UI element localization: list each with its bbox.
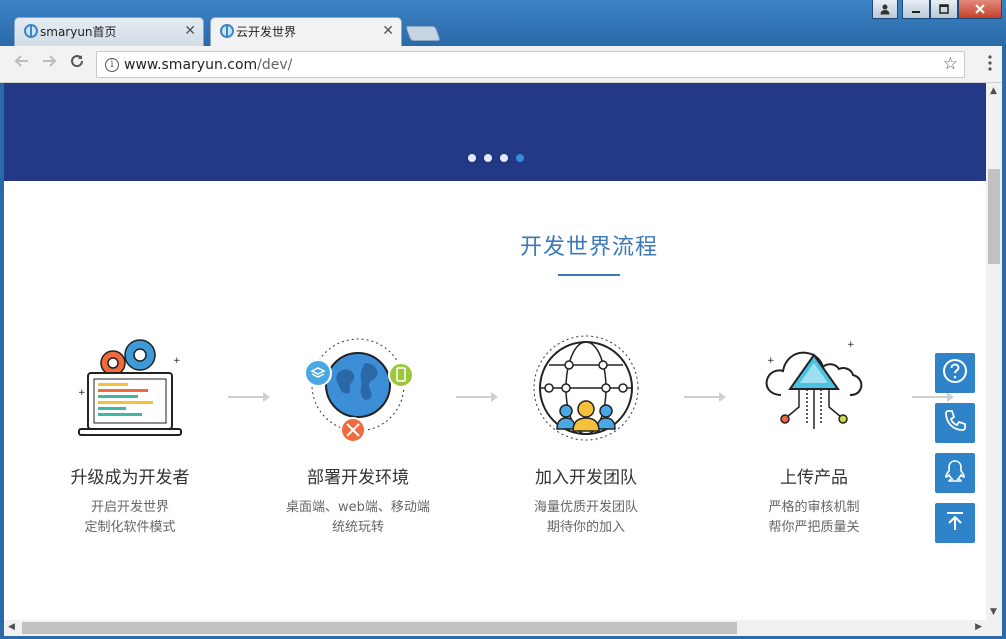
cloud-upload-icon: + + bbox=[759, 333, 869, 443]
info-icon[interactable]: i bbox=[105, 58, 119, 72]
scroll-up-icon[interactable]: ▲ bbox=[990, 86, 997, 96]
user-icon[interactable] bbox=[872, 0, 898, 19]
section-title: 开发世界流程 bbox=[519, 235, 658, 260]
carousel-dots bbox=[468, 154, 524, 162]
scroll-down-icon[interactable]: ▼ bbox=[990, 607, 997, 617]
tab-close-icon[interactable]: ✕ bbox=[382, 23, 394, 39]
address-bar[interactable]: i www.smaryun.com/dev/ ☆ bbox=[96, 51, 965, 78]
vertical-scrollbar[interactable]: ▲ ▼ bbox=[986, 83, 1002, 620]
browser-menu-icon[interactable] bbox=[988, 55, 992, 71]
scroll-right-icon[interactable]: ▶ bbox=[975, 622, 982, 632]
flow-arrow bbox=[912, 392, 954, 402]
team-network-icon bbox=[531, 333, 641, 443]
step-desc-line: 海量优质开发团队 bbox=[533, 500, 638, 515]
step-name: 部署开发环境 bbox=[307, 468, 409, 488]
reload-icon[interactable] bbox=[66, 53, 88, 75]
close-icon[interactable] bbox=[958, 0, 1002, 19]
qq-button[interactable] bbox=[935, 453, 975, 493]
carousel-dot[interactable] bbox=[468, 154, 476, 162]
step-desc-line: 开启开发世界 bbox=[90, 500, 169, 515]
vertical-scroll-thumb[interactable] bbox=[988, 169, 1000, 264]
globe-devices-icon bbox=[303, 333, 414, 443]
horizontal-scrollbar[interactable]: ◀ ▶ bbox=[4, 620, 1002, 636]
globe-icon bbox=[24, 24, 38, 38]
url-path: /dev/ bbox=[257, 57, 293, 73]
step-name: 上传产品 bbox=[780, 468, 848, 488]
step-deploy-environment: 部署开发环境 桌面端、web端、移动端 统统玩转 bbox=[258, 333, 458, 538]
tab-smaryun-home[interactable]: smaryun首页 ✕ bbox=[14, 17, 204, 46]
step-join-team: 加入开发团队 海量优质开发团队 期待你的加入 bbox=[486, 333, 686, 538]
step-name: 升级成为开发者 bbox=[70, 468, 190, 488]
step-desc-line: 桌面端、web端、移动端 bbox=[286, 500, 430, 515]
page-viewport: 开发世界流程 + + 升级成为开发者 开启开发世界 定制化软件模式 部署开发环境… bbox=[4, 83, 986, 620]
minimize-icon[interactable] bbox=[902, 0, 930, 19]
carousel-dot[interactable] bbox=[500, 154, 508, 162]
hero-banner bbox=[4, 83, 986, 181]
forward-arrow-icon[interactable] bbox=[38, 53, 60, 75]
phone-icon bbox=[942, 408, 968, 438]
qq-icon bbox=[942, 458, 968, 488]
step-desc-line: 定制化软件模式 bbox=[84, 520, 176, 535]
globe-icon bbox=[220, 24, 234, 38]
step-upgrade-developer: + + 升级成为开发者 开启开发世界 定制化软件模式 bbox=[30, 333, 230, 538]
back-arrow-icon[interactable] bbox=[11, 53, 33, 75]
back-to-top-button[interactable] bbox=[935, 503, 975, 543]
svg-text:+: + bbox=[767, 356, 775, 366]
help-icon bbox=[942, 358, 968, 388]
scroll-left-icon[interactable]: ◀ bbox=[8, 622, 15, 632]
step-desc-line: 期待你的加入 bbox=[546, 520, 625, 535]
step-upload-product: + + 上传产品 严格的审核机制 帮你严把质量关 bbox=[714, 333, 914, 538]
title-underline bbox=[558, 274, 620, 276]
back-to-top-icon bbox=[944, 510, 966, 536]
carousel-dot-active[interactable] bbox=[516, 154, 524, 162]
browser-toolbar: i www.smaryun.com/dev/ ☆ bbox=[0, 46, 1006, 83]
window-frame-right bbox=[1002, 46, 1006, 639]
carousel-dot[interactable] bbox=[484, 154, 492, 162]
step-desc-line: 严格的审核机制 bbox=[768, 500, 860, 515]
step-desc-line: 统统玩转 bbox=[331, 520, 384, 535]
tab-title: smaryun首页 bbox=[40, 25, 117, 39]
step-name: 加入开发团队 bbox=[535, 468, 637, 488]
step-desc-line: 帮你严把质量关 bbox=[768, 520, 860, 535]
maximize-icon[interactable] bbox=[930, 0, 958, 19]
url-host: www.smaryun.com bbox=[124, 57, 258, 73]
svg-text:+: + bbox=[78, 388, 86, 398]
tab-title: 云开发世界 bbox=[236, 25, 297, 39]
help-button[interactable] bbox=[935, 353, 975, 393]
tab-dev-world[interactable]: 云开发世界 ✕ bbox=[210, 17, 402, 46]
svg-text:+: + bbox=[847, 340, 855, 350]
phone-button[interactable] bbox=[935, 403, 975, 443]
horizontal-scroll-thumb[interactable] bbox=[22, 622, 737, 634]
tab-close-icon[interactable]: ✕ bbox=[184, 23, 196, 39]
new-tab-button[interactable] bbox=[405, 26, 441, 41]
laptop-gears-icon: + + bbox=[75, 333, 185, 443]
bookmark-star-icon[interactable]: ☆ bbox=[943, 54, 958, 74]
svg-text:+: + bbox=[173, 356, 181, 366]
